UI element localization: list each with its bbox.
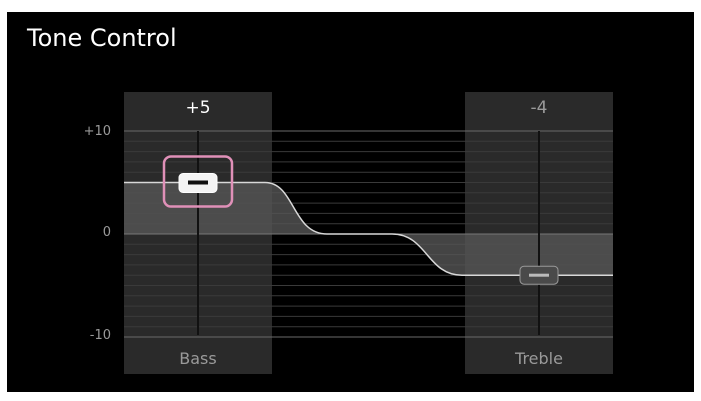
bass-knob-grip — [188, 180, 208, 185]
treble-knob-grip — [529, 273, 549, 277]
tone-curve-graph — [124, 130, 613, 338]
tone-control-screen: Tone Control +5 Bass -4 Treble +10 0 -10 — [7, 12, 694, 392]
